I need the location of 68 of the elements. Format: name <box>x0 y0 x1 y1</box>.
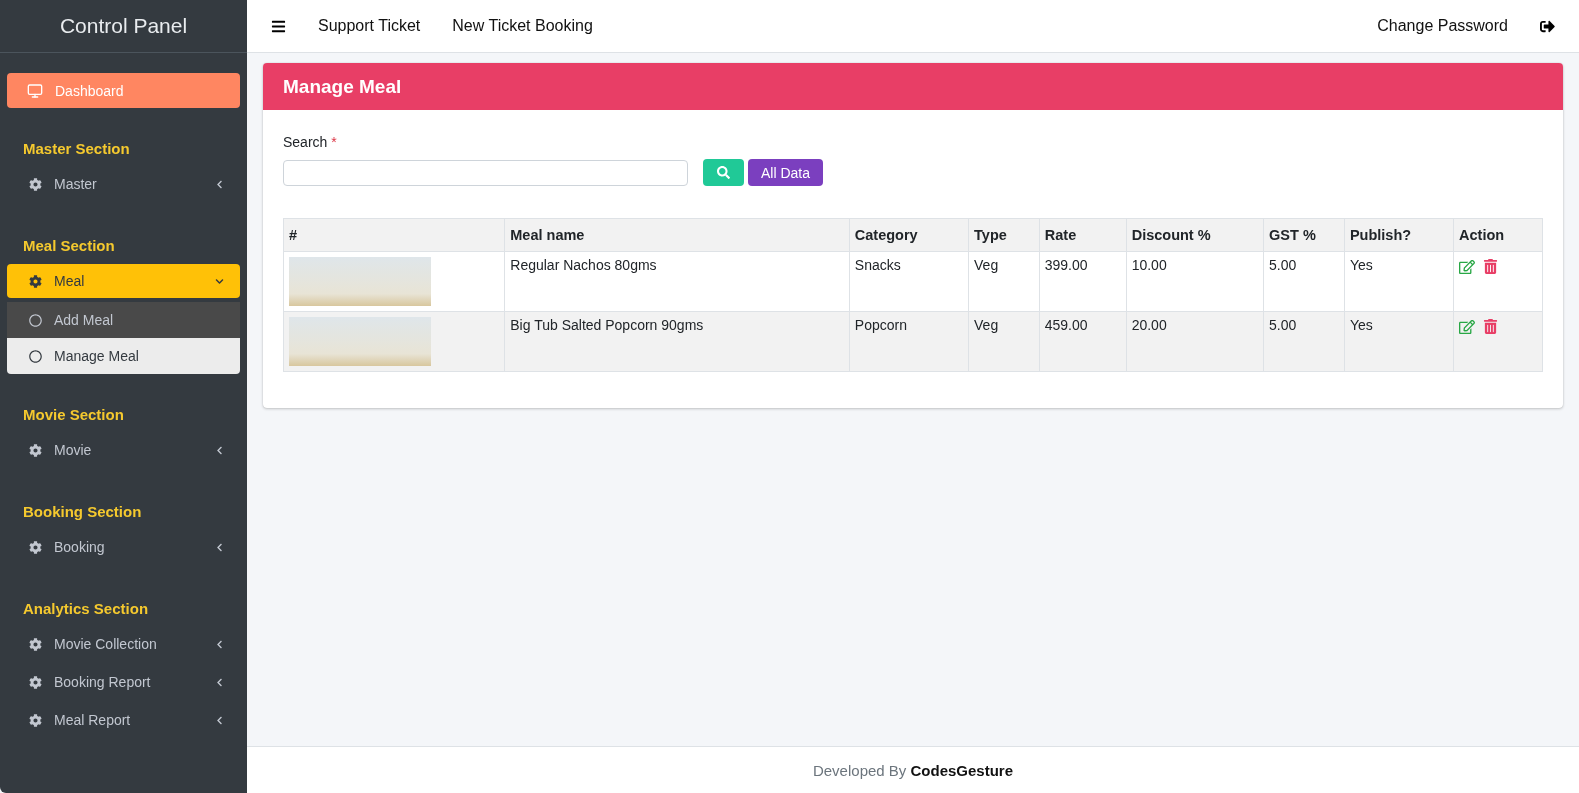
publish-cell: Yes <box>1344 251 1454 312</box>
gear-icon <box>29 274 42 288</box>
section-heading: Movie Section <box>22 406 125 423</box>
section-heading: Master Section <box>22 140 131 157</box>
search-field[interactable] <box>283 159 688 186</box>
nav-item[interactable]: Movie Collection <box>7 627 240 661</box>
all-data-button[interactable]: All Data <box>748 159 824 186</box>
search-icon <box>717 166 730 179</box>
meal-name-cell: Regular Nachos 80gms <box>504 251 850 312</box>
gst-cell: 5.00 <box>1263 251 1345 312</box>
top-nav-link[interactable]: Support Ticket <box>318 17 421 35</box>
logout-icon[interactable] <box>1540 18 1555 34</box>
nav-item[interactable]: Master <box>7 167 240 201</box>
gst-cell: 5.00 <box>1263 311 1345 372</box>
edit-icon[interactable] <box>1459 259 1475 275</box>
menu-icon[interactable] <box>271 18 286 34</box>
search-button[interactable] <box>703 159 744 186</box>
nav-item[interactable]: Meal Report <box>7 703 240 737</box>
chevron-left-icon <box>215 445 224 455</box>
chevron-left-icon <box>215 179 224 189</box>
card-title: Manage Meal <box>263 63 1563 110</box>
top-nav-link[interactable]: New Ticket Booking <box>452 17 593 35</box>
category-cell: Popcorn <box>849 311 969 372</box>
nav-item[interactable]: Booking <box>7 530 240 564</box>
gear-icon <box>29 637 42 651</box>
section-heading: Meal Section <box>22 237 116 254</box>
column-header: Category <box>849 218 969 252</box>
gear-icon <box>29 675 42 689</box>
column-header: Rate <box>1039 218 1127 252</box>
monitor-icon <box>27 82 43 99</box>
gear-icon <box>29 713 42 727</box>
column-header: Discount % <box>1126 218 1264 252</box>
footer-credit: Developed By CodesGesture <box>812 761 1014 779</box>
section-heading: Analytics Section <box>22 600 150 617</box>
nav-item[interactable]: Movie <box>7 433 240 467</box>
column-header: GST % <box>1263 218 1345 252</box>
chevron-down-icon <box>215 276 224 286</box>
meal-name-cell: Big Tub Salted Popcorn 90gms <box>504 311 850 372</box>
gear-icon <box>29 443 42 457</box>
gear-icon <box>29 540 42 554</box>
column-header: # <box>283 218 505 252</box>
category-cell: Snacks <box>849 251 969 312</box>
sub-nav-item[interactable]: Manage Meal <box>7 338 240 374</box>
section-heading: Booking Section <box>22 503 143 520</box>
chevron-left-icon <box>215 639 224 649</box>
discount-cell: 20.00 <box>1126 311 1264 372</box>
trash-icon[interactable] <box>1483 319 1498 334</box>
chevron-left-icon <box>215 542 224 552</box>
search-label: Search * <box>283 134 338 150</box>
type-cell: Veg <box>968 311 1040 372</box>
trash-icon[interactable] <box>1483 259 1498 274</box>
publish-cell: Yes <box>1344 311 1454 372</box>
column-header: Type <box>968 218 1040 252</box>
rate-cell: 399.00 <box>1039 251 1127 312</box>
chevron-left-icon <box>215 677 224 687</box>
edit-icon[interactable] <box>1459 319 1475 335</box>
column-header: Publish? <box>1344 218 1454 252</box>
sub-nav-item[interactable]: Add Meal <box>7 302 240 338</box>
chevron-left-icon <box>215 715 224 725</box>
rate-cell: 459.00 <box>1039 311 1127 372</box>
change-password-link[interactable]: Change Password <box>1377 17 1508 35</box>
column-header: Meal name <box>504 218 850 252</box>
gear-icon <box>29 177 42 191</box>
nav-item[interactable]: Booking Report <box>7 665 240 699</box>
discount-cell: 10.00 <box>1126 251 1264 312</box>
column-header: Action <box>1453 218 1543 252</box>
type-cell: Veg <box>968 251 1040 312</box>
nav-item[interactable]: Meal <box>7 264 240 298</box>
